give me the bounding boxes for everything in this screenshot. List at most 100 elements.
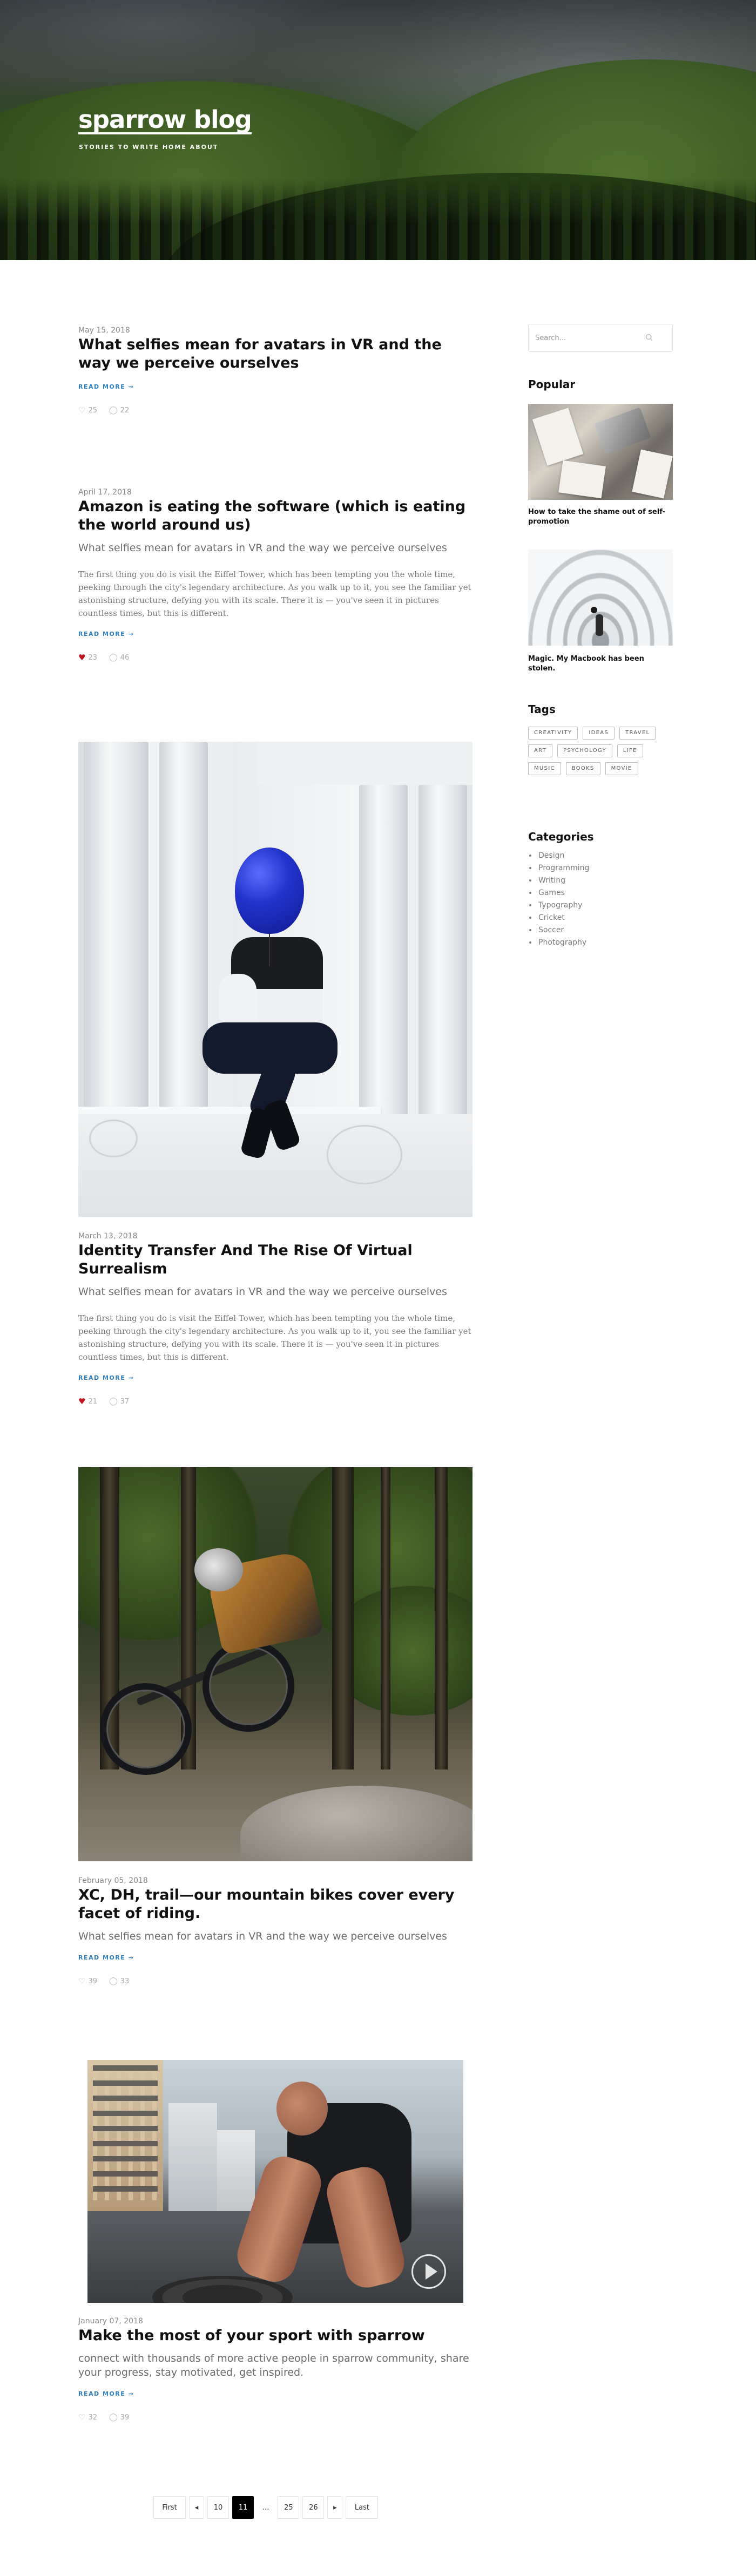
tag[interactable]: PSYCHOLOGY	[557, 744, 612, 757]
tag[interactable]: BOOKS	[565, 762, 600, 775]
comments-count: 33	[120, 1977, 130, 1985]
likes-count: 39	[88, 1977, 97, 1985]
balloon-string	[269, 934, 270, 966]
category-item[interactable]: Cricket	[537, 912, 589, 924]
blog-logo[interactable]: sparrow blog	[78, 107, 252, 135]
building	[217, 2130, 255, 2211]
search-icon[interactable]	[645, 334, 653, 341]
tag[interactable]: TRAVEL	[619, 727, 656, 740]
likes[interactable]: ♥ 21	[78, 1397, 97, 1406]
next-page-button[interactable]: ▸	[327, 2496, 343, 2519]
post-meta: ♥ 23 ◯ 46	[78, 653, 473, 662]
post-subtitle: What selfies mean for avatars in VR and …	[78, 1286, 447, 1298]
comments-count: 39	[120, 2413, 130, 2422]
last-page-button[interactable]: Last	[346, 2496, 379, 2519]
likes[interactable]: ♡ 25	[78, 405, 97, 415]
categories-title: Categories	[528, 830, 594, 843]
likes-count: 23	[88, 653, 97, 662]
page-button[interactable]: 10	[207, 2496, 229, 2519]
tag[interactable]: MOVIE	[605, 762, 638, 775]
read-more-link[interactable]: READ MORE →	[78, 1954, 134, 1961]
likes-count: 32	[88, 2413, 97, 2422]
popular-image-2[interactable]	[528, 550, 673, 646]
bike-wheel	[202, 1640, 294, 1732]
post-meta: ♥ 21 ◯ 37	[78, 1397, 473, 1406]
page-button-current[interactable]: 11	[232, 2496, 254, 2519]
category-item[interactable]: Typography	[537, 899, 589, 912]
post-title[interactable]: XC, DH, trail—our mountain bikes cover e…	[78, 1886, 473, 1923]
heart-icon: ♡	[78, 405, 86, 415]
tag-list: CREATIVITY IDEAS TRAVEL ART PSYCHOLOGY L…	[528, 727, 673, 775]
first-page-button[interactable]: First	[153, 2496, 186, 2519]
prev-page-button[interactable]: ◂	[189, 2496, 204, 2519]
tag[interactable]: MUSIC	[528, 762, 561, 775]
category-item[interactable]: Writing	[537, 875, 589, 887]
likes-count: 25	[88, 406, 97, 415]
ball	[591, 607, 597, 613]
read-more-link[interactable]: READ MORE →	[78, 1374, 134, 1381]
comments[interactable]: ◯ 37	[109, 1397, 129, 1406]
comments-count: 22	[120, 406, 130, 415]
likes[interactable]: ♥ 23	[78, 653, 97, 662]
heart-filled-icon: ♥	[78, 1397, 86, 1406]
laptop	[594, 407, 651, 455]
caret-right-icon: ▸	[333, 2503, 337, 2512]
post-date: April 17, 2018	[78, 488, 132, 497]
popular-image-1[interactable]	[528, 404, 673, 500]
helmet	[194, 1548, 243, 1591]
category-item[interactable]: Programming	[537, 862, 589, 875]
tree-trunk	[332, 1467, 354, 1770]
comments[interactable]: ◯ 39	[109, 2412, 129, 2422]
post-image-balloon[interactable]	[78, 742, 473, 1217]
read-more-link[interactable]: READ MORE →	[78, 383, 134, 390]
page-button[interactable]: 25	[278, 2496, 300, 2519]
search-input[interactable]	[535, 333, 643, 343]
category-item[interactable]: Games	[537, 887, 589, 899]
likes[interactable]: ♡ 39	[78, 1976, 97, 1986]
post-date: May 15, 2018	[78, 326, 130, 335]
post-title[interactable]: Amazon is eating the software (which is …	[78, 498, 473, 534]
post-date: January 07, 2018	[78, 2317, 143, 2326]
post-2: April 17, 2018 Amazon is eating the soft…	[78, 488, 473, 662]
post-1: May 15, 2018 What selfies mean for avata…	[78, 326, 473, 415]
comments[interactable]: ◯ 33	[109, 1976, 129, 1986]
likes[interactable]: ♡ 32	[78, 2412, 97, 2422]
heart-icon: ♡	[78, 1976, 86, 1986]
tags-title: Tags	[528, 703, 556, 716]
tree-trunk	[435, 1467, 448, 1770]
comment-icon: ◯	[109, 1397, 118, 1406]
post-title[interactable]: Make the most of your sport with sparrow	[78, 2327, 473, 2345]
read-more-link[interactable]: READ MORE →	[78, 2390, 134, 2397]
rock	[240, 1786, 473, 1861]
post-image-sport[interactable]	[87, 2060, 463, 2303]
post-image-bike[interactable]	[78, 1467, 473, 1861]
comment-icon: ◯	[109, 406, 118, 415]
category-item[interactable]: Design	[537, 850, 589, 862]
hero-trees	[0, 179, 756, 260]
read-more-link[interactable]: READ MORE →	[78, 631, 134, 638]
post-title[interactable]: Identity Transfer And The Rise Of Virtua…	[78, 1242, 473, 1278]
paper	[558, 460, 606, 499]
comments[interactable]: ◯ 22	[109, 405, 129, 415]
popular-caption-2[interactable]: Magic. My Macbook has been stolen.	[528, 654, 673, 674]
person	[596, 614, 603, 636]
tag[interactable]: CREATIVITY	[528, 727, 578, 740]
popular-caption-1[interactable]: How to take the shame out of self-promot…	[528, 507, 673, 527]
building-windows	[93, 2065, 158, 2200]
blog-tagline: STORIES TO WRITE HOME ABOUT	[79, 144, 219, 151]
category-item[interactable]: Soccer	[537, 924, 589, 937]
tag[interactable]: LIFE	[617, 744, 643, 757]
post-meta: ♡ 39 ◯ 33	[78, 1976, 473, 1986]
comment-icon: ◯	[109, 653, 118, 662]
comments[interactable]: ◯ 46	[109, 653, 129, 662]
tag[interactable]: IDEAS	[583, 727, 615, 740]
post-meta: ♡ 32 ◯ 39	[78, 2412, 473, 2422]
post-date: March 13, 2018	[78, 1232, 138, 1240]
post-excerpt: The first thing you do is visit the Eiff…	[78, 1313, 471, 1362]
post-title[interactable]: What selfies mean for avatars in VR and …	[78, 336, 473, 372]
post-subtitle: connect with thousands of more active pe…	[78, 2353, 469, 2378]
page-button[interactable]: 26	[302, 2496, 325, 2519]
likes-count: 21	[88, 1397, 97, 1406]
tag[interactable]: ART	[528, 744, 553, 757]
category-item[interactable]: Photography	[537, 937, 589, 949]
